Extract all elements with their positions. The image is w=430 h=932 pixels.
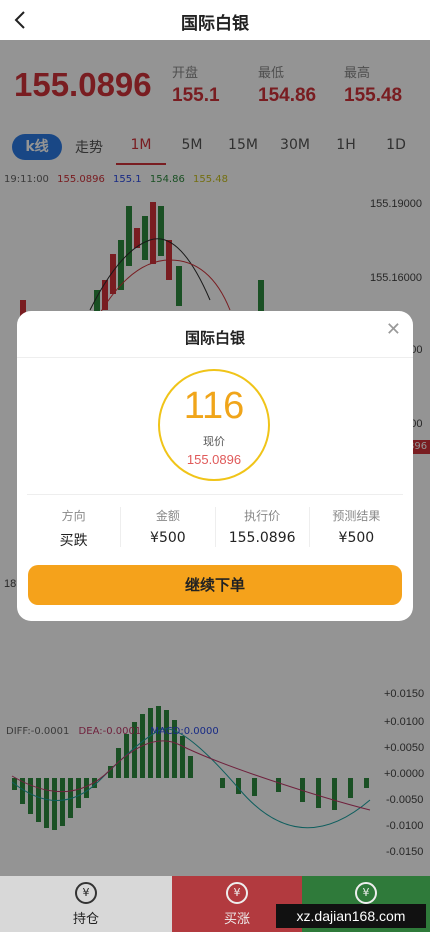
info-label: 方向 (61, 509, 86, 523)
divider (27, 494, 403, 495)
continue-order-button[interactable]: 继续下单 (28, 565, 402, 605)
order-result-modal: 国际白银 ✕ 116 现价 155.0896 方向 买跌 金额 ¥500 执行价… (17, 311, 413, 621)
coin-icon: ¥ (226, 882, 248, 904)
divider (17, 357, 413, 358)
site-watermark: xz.dajian168.com (276, 904, 426, 928)
holdings-label: 持仓 (72, 912, 99, 927)
top-bar: 国际白银 (0, 0, 430, 40)
coin-icon: ¥ (75, 882, 97, 904)
current-price-label: 现价 (203, 435, 225, 448)
page-title: 国际白银 (181, 14, 249, 34)
info-value: ¥500 (150, 530, 186, 546)
countdown-ring: 116 现价 155.0896 (158, 369, 270, 481)
info-label: 执行价 (244, 509, 281, 523)
coin-icon: ¥ (355, 882, 377, 904)
info-value: 155.0896 (228, 530, 296, 546)
order-direction: 方向 买跌 (27, 507, 122, 549)
countdown-seconds: 116 (183, 385, 245, 427)
order-amount: 金额 ¥500 (121, 507, 216, 547)
info-value: ¥500 (338, 530, 375, 546)
info-label: 金额 (155, 509, 180, 523)
holdings-button[interactable]: ¥ 持仓 (0, 876, 172, 932)
current-price-value: 155.0896 (186, 452, 242, 467)
modal-title: 国际白银 (184, 329, 245, 347)
info-label: 预测结果 (332, 509, 381, 523)
close-icon[interactable]: ✕ (386, 319, 401, 340)
order-strike-price: 执行价 155.0896 (216, 507, 310, 547)
info-value: 买跌 (59, 533, 88, 549)
order-predicted-result: 预测结果 ¥500 (310, 507, 403, 547)
order-info: 方向 买跌 金额 ¥500 执行价 155.0896 预测结果 ¥500 (27, 507, 403, 549)
